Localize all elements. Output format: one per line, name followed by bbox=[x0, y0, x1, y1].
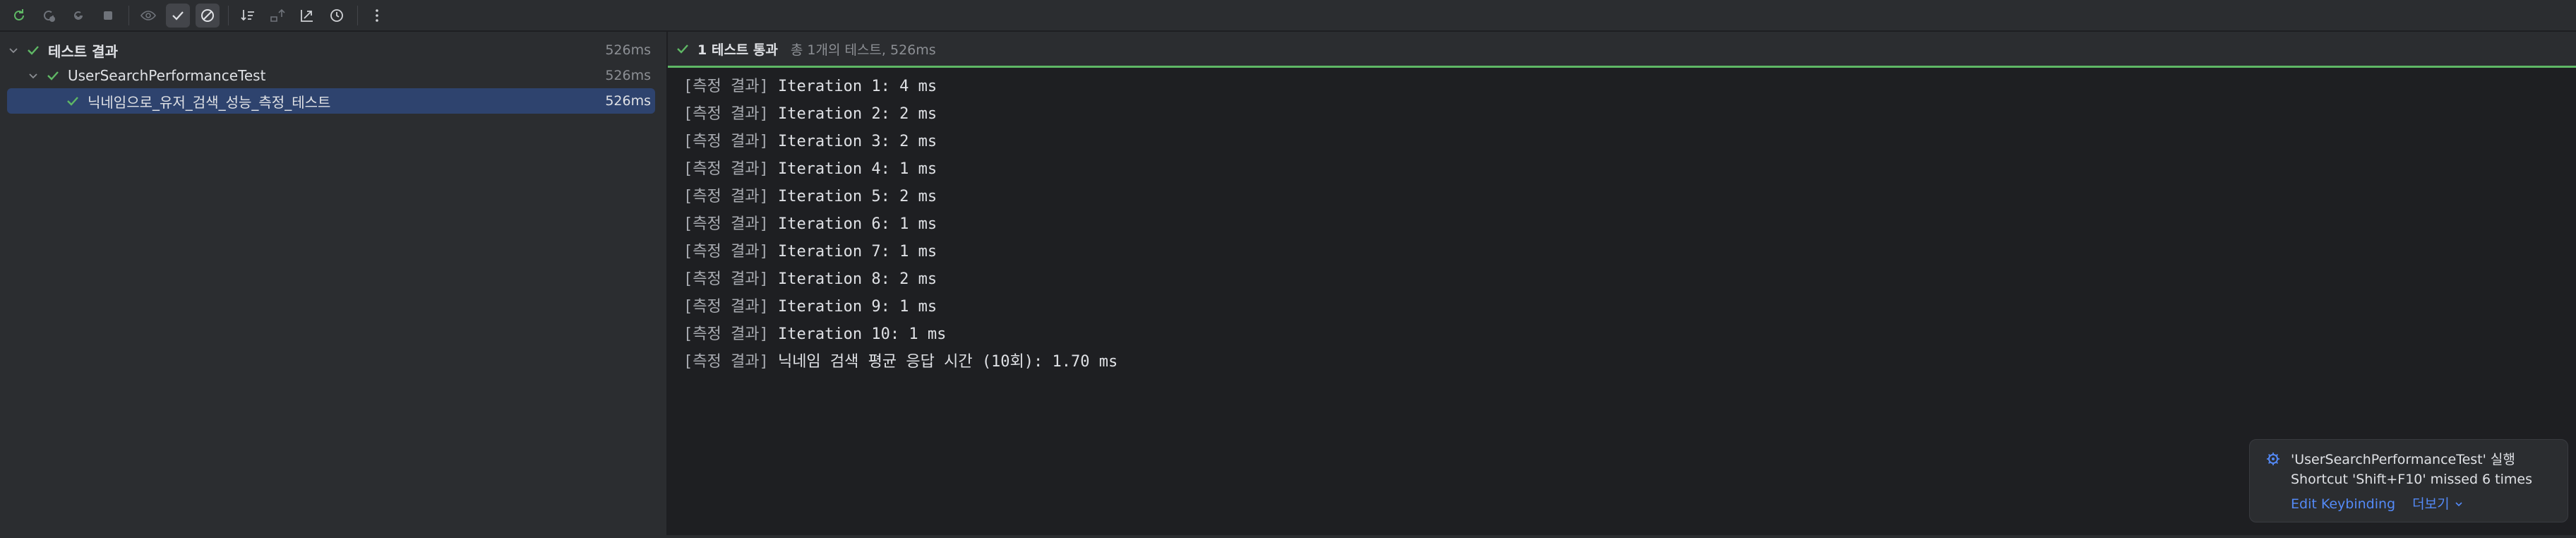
chevron-down-icon bbox=[2455, 502, 2462, 507]
console-line: [측정 결과] Iteration 6: 1 ms bbox=[683, 210, 1118, 238]
sort-icon bbox=[241, 9, 254, 20]
tree-method-row[interactable]: 닉네임으로_유저_검색_성능_측정_테스트 526ms bbox=[7, 88, 655, 114]
console-line-text: Iteration 6: 1 ms bbox=[768, 215, 937, 233]
tree-class-row[interactable]: UserSearchPerformanceTest 526ms bbox=[7, 63, 655, 88]
console-line-prefix: [측정 결과] bbox=[683, 298, 769, 316]
console-line-prefix: [측정 결과] bbox=[683, 78, 769, 95]
console-line-prefix: [측정 결과] bbox=[683, 133, 769, 150]
rerun-failed-button[interactable] bbox=[37, 4, 61, 28]
console-line-prefix: [측정 결과] bbox=[683, 160, 769, 178]
more-options-icon bbox=[376, 8, 378, 22]
import-tests-button[interactable] bbox=[265, 4, 289, 28]
console-line: [측정 결과] Iteration 7: 1 ms bbox=[683, 238, 1118, 265]
console-line: [측정 결과] Iteration 8: 2 ms bbox=[683, 265, 1118, 293]
gear-icon bbox=[2267, 453, 2280, 465]
tree-class-label: UserSearchPerformanceTest bbox=[68, 67, 266, 84]
history-button[interactable] bbox=[325, 4, 349, 28]
export-button[interactable] bbox=[295, 4, 319, 28]
status-detail: 총 1개의 테스트, 526ms bbox=[790, 42, 936, 58]
tree-method-time: 526ms bbox=[605, 93, 651, 109]
show-passed-button[interactable] bbox=[166, 3, 190, 28]
console-line-prefix: [측정 결과] bbox=[683, 270, 769, 288]
notification-actions: Edit Keybinding 더보기 bbox=[2291, 495, 2532, 513]
rerun-button[interactable] bbox=[7, 4, 31, 28]
console-line-text: 닉네임 검색 평균 응답 시간 (10회): 1.70 ms bbox=[768, 353, 1118, 371]
console-output[interactable]: [측정 결과] Iteration 1: 4 ms [측정 결과] Iterati… bbox=[683, 73, 1118, 376]
status-progress-line bbox=[668, 66, 2576, 68]
console-line: [측정 결과] Iteration 10: 1 ms bbox=[683, 321, 1118, 348]
test-status-bar: 1 테스트 통과 총 1개의 테스트, 526ms bbox=[668, 32, 2576, 66]
passed-check-icon bbox=[47, 71, 59, 80]
toolbar-separator bbox=[128, 5, 129, 25]
console-line-text: Iteration 10: 1 ms bbox=[768, 325, 947, 343]
console-line: [측정 결과] Iteration 2: 2 ms bbox=[683, 100, 1118, 128]
console-line: [측정 결과] Iteration 1: 4 ms bbox=[683, 73, 1118, 100]
toggle-auto-test-button[interactable] bbox=[66, 4, 90, 28]
rerun-icon bbox=[14, 8, 24, 20]
import-tests-icon bbox=[270, 8, 285, 22]
passed-check-icon bbox=[67, 97, 78, 106]
tree-method-label: 닉네임으로_유저_검색_성능_측정_테스트 bbox=[88, 93, 331, 111]
notification-title: 'UserSearchPerformanceTest' 실행 bbox=[2291, 452, 2515, 467]
console-line-prefix: [측정 결과] bbox=[683, 105, 769, 123]
export-icon bbox=[301, 9, 313, 22]
more-link[interactable]: 더보기 bbox=[2412, 495, 2463, 513]
passed-check-icon bbox=[677, 44, 688, 54]
test-results-tree: 테스트 결과 526ms UserSearchPerformanceTest 5… bbox=[0, 32, 666, 538]
notification-balloon: 'UserSearchPerformanceTest' 실행 Shortcut … bbox=[2249, 439, 2568, 522]
history-icon bbox=[330, 8, 343, 22]
console-line-text: Iteration 2: 2 ms bbox=[768, 105, 937, 123]
stop-icon bbox=[104, 11, 112, 20]
notification-subtitle: Shortcut 'Shift+F10' missed 6 times bbox=[2291, 472, 2532, 487]
show-hide-button[interactable] bbox=[136, 4, 160, 28]
toolbar-separator bbox=[357, 5, 358, 25]
more-options-button[interactable] bbox=[365, 4, 389, 28]
console-line: [측정 결과] Iteration 5: 2 ms bbox=[683, 183, 1118, 210]
status-title: 1 테스트 통과 bbox=[697, 42, 778, 58]
ignored-icon bbox=[201, 8, 214, 22]
console-line-prefix: [측정 결과] bbox=[683, 325, 769, 343]
tree-class-time: 526ms bbox=[605, 68, 651, 83]
toolbar-separator bbox=[228, 5, 229, 25]
tree-root-label: 테스트 결과 bbox=[48, 42, 118, 60]
show-ignored-button[interactable] bbox=[196, 3, 220, 28]
console-line-text: Iteration 1: 4 ms bbox=[768, 78, 937, 95]
bottom-border bbox=[0, 535, 2576, 538]
notification-body: 'UserSearchPerformanceTest' 실행 Shortcut … bbox=[2291, 450, 2532, 513]
console-line-text: Iteration 9: 1 ms bbox=[768, 298, 937, 316]
sort-button[interactable] bbox=[236, 4, 260, 28]
chevron-down-icon[interactable] bbox=[27, 69, 40, 82]
console-line-text: Iteration 5: 2 ms bbox=[768, 188, 937, 205]
console-line-text: Iteration 7: 1 ms bbox=[768, 243, 937, 261]
console-line-text: Iteration 3: 2 ms bbox=[768, 133, 937, 150]
console-line-text: Iteration 4: 1 ms bbox=[768, 160, 937, 178]
stop-button[interactable] bbox=[96, 4, 120, 28]
more-link-label: 더보기 bbox=[2412, 496, 2450, 512]
passed-check-icon bbox=[28, 46, 39, 55]
edit-keybinding-link[interactable]: Edit Keybinding bbox=[2291, 495, 2395, 513]
console-line: [측정 결과] Iteration 4: 1 ms bbox=[683, 155, 1118, 183]
chevron-down-icon[interactable] bbox=[7, 44, 20, 56]
console-line-prefix: [측정 결과] bbox=[683, 188, 769, 205]
console-line: [측정 결과] Iteration 9: 1 ms bbox=[683, 293, 1118, 321]
console-line: [측정 결과] Iteration 3: 2 ms bbox=[683, 128, 1118, 155]
test-runner-toolbar bbox=[0, 0, 2576, 31]
console-line-prefix: [측정 결과] bbox=[683, 353, 769, 371]
toggle-auto-test-icon bbox=[74, 11, 83, 20]
console-line-prefix: [측정 결과] bbox=[683, 243, 769, 261]
check-icon bbox=[172, 11, 184, 20]
rerun-failed-icon bbox=[44, 10, 55, 22]
console-line-prefix: [측정 결과] bbox=[683, 215, 769, 233]
console-line: [측정 결과] 닉네임 검색 평균 응답 시간 (10회): 1.70 ms bbox=[683, 348, 1118, 376]
console-line-text: Iteration 8: 2 ms bbox=[768, 270, 937, 288]
tree-root-time: 526ms bbox=[605, 42, 651, 58]
tree-root-row[interactable]: 테스트 결과 526ms bbox=[7, 37, 655, 63]
eye-icon bbox=[140, 10, 156, 20]
